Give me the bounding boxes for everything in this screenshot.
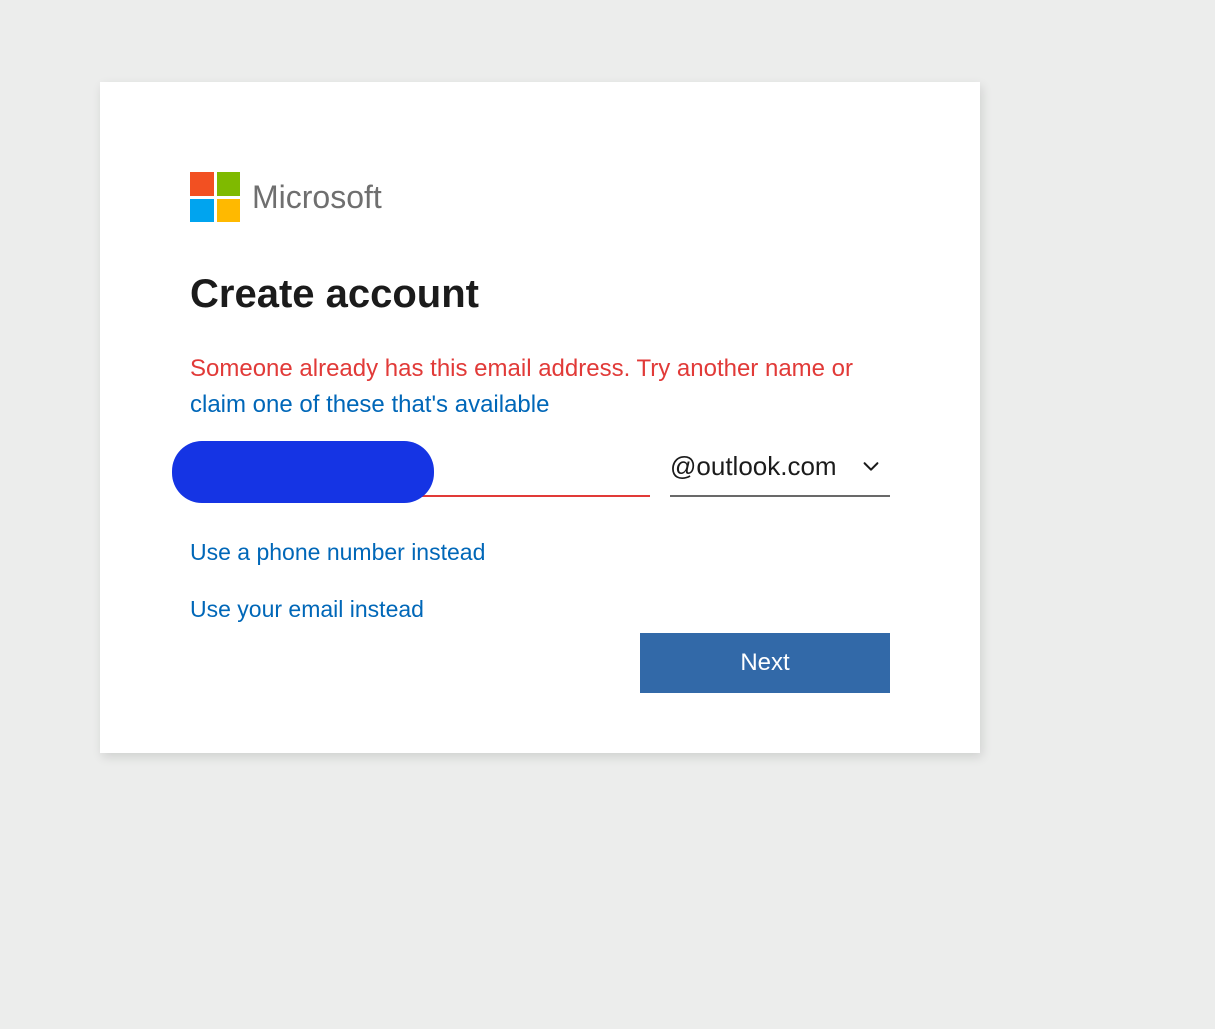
error-text: Someone already has this email address. …: [190, 355, 853, 382]
microsoft-logo-icon: [190, 172, 240, 222]
brand-name: Microsoft: [252, 179, 382, 216]
actions-row: Next: [190, 633, 890, 693]
chevron-down-icon: [856, 451, 886, 481]
use-email-link[interactable]: Use your email instead: [190, 596, 424, 623]
username-field-wrap: [190, 441, 650, 497]
redaction-overlay: [172, 441, 434, 503]
domain-selected-text: @outlook.com: [670, 451, 837, 482]
alternative-links: Use a phone number instead Use your emai…: [190, 539, 890, 623]
claim-available-link[interactable]: claim one of these that's available: [190, 391, 549, 418]
error-message: Someone already has this email address. …: [190, 351, 890, 423]
next-button[interactable]: Next: [640, 633, 890, 693]
page-title: Create account: [190, 272, 890, 317]
signup-card: Microsoft Create account Someone already…: [100, 82, 980, 753]
brand-row: Microsoft: [190, 172, 890, 222]
email-input-row: @outlook.com: [190, 441, 890, 497]
use-phone-link[interactable]: Use a phone number instead: [190, 539, 485, 566]
domain-select[interactable]: @outlook.com: [670, 441, 890, 497]
